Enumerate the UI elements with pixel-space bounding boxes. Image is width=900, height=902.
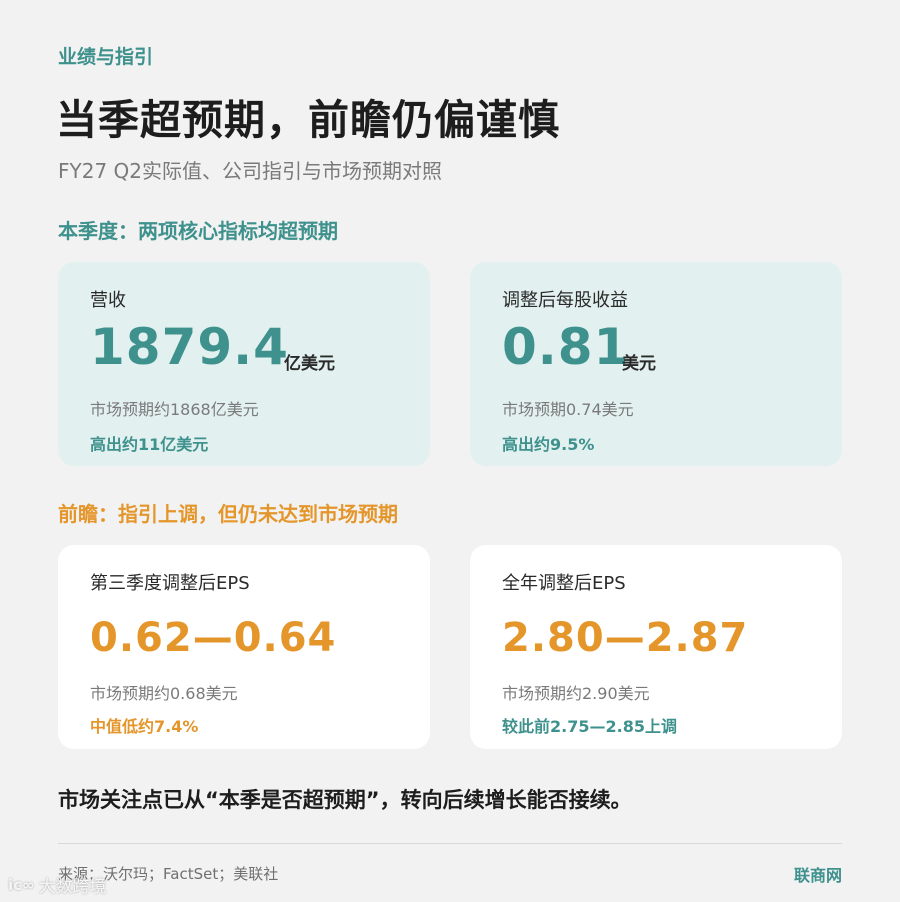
card-beat: 高出约11亿美元: [90, 435, 209, 454]
page-subtitle: FY27 Q2实际值、公司指引与市场预期对照: [58, 159, 442, 183]
card-value: 0.62—0.64: [90, 615, 337, 661]
card-value: 2.80—2.87: [502, 615, 749, 661]
conclusion-text: 市场关注点已从“本季是否超预期”，转向后续增长能否接续。: [58, 788, 632, 812]
card-label: 调整后每股收益: [502, 290, 628, 311]
card-expectation: 市场预期约2.90美元: [502, 684, 650, 703]
page-title: 当季超预期，前瞻仍偏谨慎: [56, 96, 560, 144]
card-note: 中值低约7.4%: [90, 717, 199, 736]
card-expectation: 市场预期约0.68美元: [90, 684, 238, 703]
watermark-logo: ic∞: [8, 875, 35, 894]
card-label: 全年调整后EPS: [502, 573, 626, 594]
card-note: 较此前2.75—2.85上调: [502, 717, 677, 736]
card-unit: 美元: [622, 354, 656, 374]
q3-eps-guidance-card: 第三季度调整后EPS 0.62—0.64 市场预期约0.68美元 中值低约7.4…: [58, 545, 430, 749]
footer-divider: [58, 843, 842, 844]
card-expectation: 市场预期0.74美元: [502, 400, 634, 419]
fy-eps-guidance-card: 全年调整后EPS 2.80—2.87 市场预期约2.90美元 较此前2.75—2…: [470, 545, 842, 749]
eps-card: 调整后每股收益 0.81 美元 市场预期0.74美元 高出约9.5%: [470, 262, 842, 466]
card-value: 1879.4: [90, 318, 289, 376]
section-outlook-heading: 前瞻：指引上调，但仍未达到市场预期: [58, 502, 398, 526]
watermark: ic∞ 大数跨境: [8, 872, 107, 898]
section-current-heading: 本季度：两项核心指标均超预期: [58, 219, 338, 243]
card-expectation: 市场预期约1868亿美元: [90, 400, 259, 419]
brand-label: 联商网: [793, 866, 842, 885]
revenue-card: 营收 1879.4 亿美元 市场预期约1868亿美元 高出约11亿美元: [58, 262, 430, 466]
card-label: 第三季度调整后EPS: [90, 573, 250, 594]
watermark-text: 大数跨境: [38, 877, 107, 897]
card-beat: 高出约9.5%: [502, 435, 595, 454]
kicker-label: 业绩与指引: [58, 46, 154, 68]
card-unit: 亿美元: [284, 354, 335, 374]
card-value: 0.81: [502, 318, 630, 376]
card-label: 营收: [90, 290, 126, 311]
